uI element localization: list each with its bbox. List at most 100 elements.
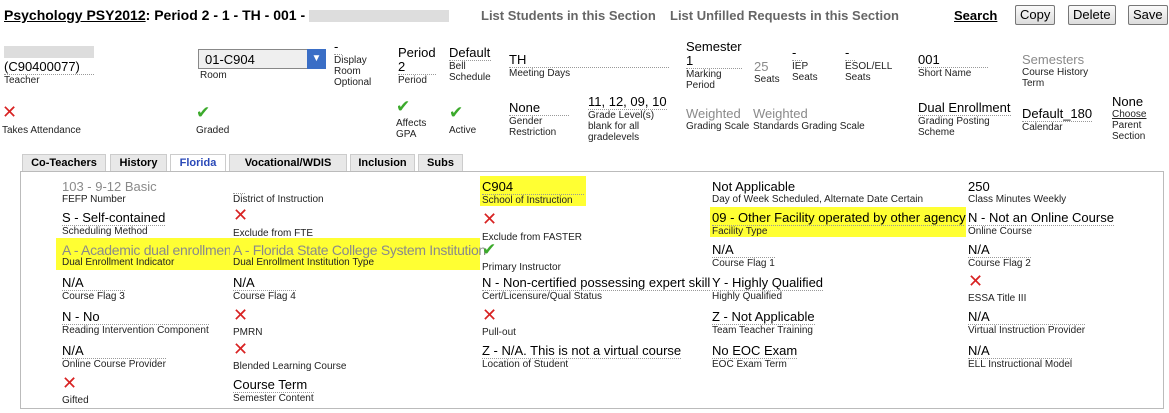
online-course-value[interactable]: N - Not an Online Course bbox=[968, 211, 1114, 226]
short-name-field: 001 Short Name bbox=[918, 53, 988, 79]
class-minutes-field: 250 Class Minutes Weekly bbox=[968, 180, 1067, 206]
iep-seats-label: IEP bbox=[792, 61, 809, 72]
choose-parent-link[interactable]: Choose bbox=[1112, 109, 1146, 120]
meeting-days-value[interactable]: TH bbox=[509, 53, 669, 68]
x-icon[interactable]: ✕ bbox=[482, 211, 582, 229]
tab-history[interactable]: History bbox=[110, 154, 167, 172]
x-icon[interactable]: ✕ bbox=[968, 273, 1026, 291]
tab-inclusion[interactable]: Inclusion bbox=[350, 154, 415, 172]
check-icon[interactable]: ✔ bbox=[449, 105, 476, 122]
exclude-from-fte-field: ✕ Exclude from FTE bbox=[233, 207, 313, 240]
x-icon[interactable]: ✕ bbox=[2, 104, 81, 122]
meeting-days-label: Meeting Days bbox=[509, 68, 571, 79]
reading-intervention-label: Reading Intervention Component bbox=[62, 325, 209, 336]
check-icon[interactable]: ✔ bbox=[196, 105, 229, 122]
cert-licensure-label: Cert/Licensure/Qual Status bbox=[482, 291, 603, 302]
day-of-week-value[interactable]: Not Applicable bbox=[712, 180, 923, 194]
period-value[interactable]: Period bbox=[398, 46, 436, 60]
team-teacher-training-field: Z - Not Applicable Team Teacher Training bbox=[712, 310, 815, 336]
course-flag-2-field: N/A Course Flag 2 bbox=[968, 243, 1031, 269]
district-of-instruction-value[interactable] bbox=[233, 180, 245, 194]
tab-vocational-wdis[interactable]: Vocational/WDIS bbox=[229, 154, 347, 172]
room-select[interactable]: 01-C904 bbox=[198, 49, 326, 69]
team-teacher-training-value[interactable]: Z - Not Applicable bbox=[712, 310, 815, 325]
list-unfilled-link[interactable]: List Unfilled Requests in this Section bbox=[670, 8, 899, 23]
list-students-link[interactable]: List Students in this Section bbox=[481, 8, 656, 23]
delete-button[interactable]: Delete bbox=[1068, 5, 1116, 25]
course-link[interactable]: Psychology PSY2012 bbox=[4, 7, 146, 23]
x-icon[interactable]: ✕ bbox=[233, 207, 313, 225]
x-icon[interactable]: ✕ bbox=[482, 307, 516, 325]
grading-posting-scheme-field: Dual Enrollment Grading Posting Scheme bbox=[918, 101, 1011, 138]
short-name-value[interactable]: 001 bbox=[918, 53, 988, 68]
school-of-instruction-value[interactable]: C904 bbox=[482, 180, 584, 195]
display-room-label: Room bbox=[334, 66, 361, 77]
school-of-instruction-field: C904 School of Instruction bbox=[480, 176, 586, 206]
class-minutes-label: Class Minutes Weekly bbox=[968, 194, 1067, 205]
course-flag-1-value[interactable]: N/A bbox=[712, 243, 775, 258]
active-field: ✔ Active bbox=[449, 105, 477, 137]
class-minutes-value[interactable]: 250 bbox=[968, 180, 1066, 194]
school-of-instruction-label: School of Instruction bbox=[482, 195, 573, 206]
online-course-provider-value[interactable]: N/A bbox=[62, 344, 166, 359]
facility-type-field: 09 - Other Facility operated by other ag… bbox=[710, 207, 966, 237]
teacher-label: Teacher bbox=[4, 75, 40, 86]
location-of-student-value[interactable]: Z - N/A. This is not a virtual course bbox=[482, 344, 682, 359]
eoc-exam-value[interactable]: No EOC Exam bbox=[712, 344, 798, 359]
check-icon[interactable]: ✔ bbox=[396, 99, 426, 116]
x-icon[interactable]: ✕ bbox=[233, 341, 346, 359]
primary-instructor-label: Primary Instructor bbox=[482, 262, 561, 273]
parent-section-value: None bbox=[1112, 94, 1144, 109]
course-history-term-label: Course History bbox=[1022, 67, 1089, 78]
facility-type-value[interactable]: 09 - Other Facility operated by other ag… bbox=[712, 211, 966, 226]
grading-posting-scheme-value[interactable]: Dual Enrollment bbox=[918, 101, 1011, 116]
esol-seats-label: Seats bbox=[845, 72, 871, 83]
reading-intervention-field: N - No Reading Intervention Component bbox=[62, 310, 209, 336]
blended-learning-field: ✕ Blended Learning Course bbox=[233, 341, 346, 373]
calendar-label: Calendar bbox=[1022, 122, 1063, 133]
marking-period-value[interactable]: 1 bbox=[686, 54, 742, 69]
highly-qualified-value[interactable]: Y - Highly Qualified bbox=[712, 276, 824, 291]
x-icon[interactable]: ✕ bbox=[233, 307, 262, 325]
grading-posting-scheme-label: Scheme bbox=[918, 127, 955, 138]
iep-seats-value[interactable]: - bbox=[792, 46, 802, 61]
search-link[interactable]: Search bbox=[954, 8, 997, 23]
calendar-value[interactable]: Default_180 bbox=[1022, 107, 1093, 122]
ell-instructional-model-label: ELL Instructional Model bbox=[968, 359, 1073, 370]
virtual-instruction-provider-value[interactable]: N/A bbox=[968, 310, 1086, 325]
active-label: Active bbox=[449, 125, 477, 136]
ell-instructional-model-value[interactable]: N/A bbox=[968, 344, 1073, 359]
bell-schedule-value[interactable]: Default bbox=[449, 46, 491, 61]
cert-licensure-value[interactable]: N - Non-certified possessing expert skil… bbox=[482, 276, 711, 291]
standards-grading-scale-label: Standards Grading Scale bbox=[753, 121, 865, 132]
marking-period-value[interactable]: Semester bbox=[686, 40, 742, 54]
takes-attendance-label: Takes Attendance bbox=[2, 125, 81, 136]
grading-scale-field: Weighted Grading Scale bbox=[686, 107, 749, 133]
grade-levels-field: 11, 12, 09, 10 Grade Level(s) blank for … bbox=[588, 95, 667, 143]
display-room-value[interactable]: - bbox=[334, 40, 342, 55]
course-flag-3-value[interactable]: N/A bbox=[62, 276, 125, 291]
teacher-id[interactable]: (C90400077) bbox=[4, 60, 94, 75]
eoc-exam-field: No EOC Exam EOC Exam Term bbox=[712, 344, 798, 370]
semester-content-value[interactable]: Course Term bbox=[233, 378, 314, 393]
x-icon[interactable]: ✕ bbox=[62, 375, 89, 393]
period-value[interactable]: 2 bbox=[398, 60, 436, 75]
tab-florida[interactable]: Florida bbox=[170, 154, 226, 172]
tab-subs[interactable]: Subs bbox=[418, 154, 463, 172]
reading-intervention-value[interactable]: N - No bbox=[62, 310, 209, 325]
scheduling-method-value[interactable]: S - Self-contained bbox=[62, 211, 166, 226]
save-button[interactable]: Save bbox=[1128, 5, 1168, 25]
gender-restriction-value[interactable]: None bbox=[509, 101, 569, 116]
check-icon[interactable]: ✔ bbox=[482, 242, 561, 259]
copy-button[interactable]: Copy bbox=[1015, 5, 1056, 25]
bell-schedule-label: Bell bbox=[449, 61, 466, 72]
page-title: Psychology PSY2012: Period 2 - 1 - TH - … bbox=[4, 7, 450, 23]
semester-content-field: Course Term Semester Content bbox=[233, 378, 314, 404]
redacted-text bbox=[309, 10, 450, 23]
esol-seats-value[interactable]: - bbox=[845, 46, 855, 61]
course-flag-2-value[interactable]: N/A bbox=[968, 243, 1031, 258]
course-flag-4-value[interactable]: N/A bbox=[233, 276, 296, 291]
standards-grading-scale-field: Weighted Standards Grading Scale bbox=[753, 107, 865, 133]
grade-levels-value[interactable]: 11, 12, 09, 10 bbox=[588, 95, 667, 110]
tab-co-teachers[interactable]: Co-Teachers bbox=[22, 154, 106, 172]
